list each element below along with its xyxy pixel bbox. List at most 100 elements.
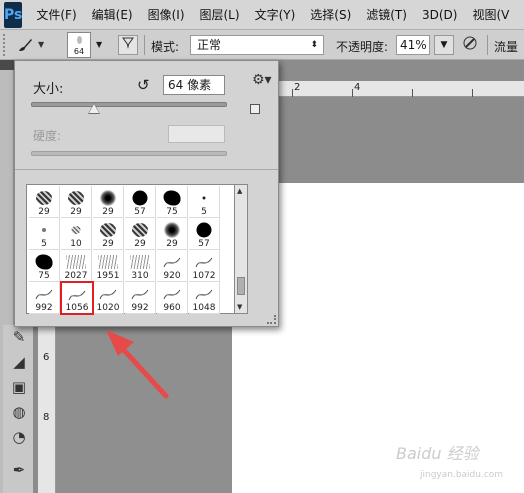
opacity-slider-dropdown-icon[interactable]: ▼ [434,35,454,55]
gear-icon[interactable]: ⚙▾ [252,72,272,88]
brush-preset-item[interactable]: 29 [61,186,92,218]
menu-file[interactable]: 文件(F) [36,6,76,23]
ruler-tick: 4 [354,82,361,93]
brush-size-label: 992 [131,303,149,313]
pressure-opacity-icon[interactable] [460,35,480,55]
brush-size-label: 29 [102,239,114,249]
brush-size-label: 920 [163,271,181,281]
hardness-input [168,125,225,143]
hardness-slider-track [31,151,227,156]
brush-preset-item[interactable]: 57 [125,186,156,218]
scroll-up-icon[interactable]: ▲ [237,187,242,195]
brush-preset-item[interactable]: 57 [189,218,220,250]
brush-preset-size: 64 [73,47,85,56]
brush-tip-icon [66,255,86,269]
brush-preset-item[interactable]: 920 [157,250,188,282]
vertical-ruler: 6 8 [38,325,56,493]
brush-tip-icon [132,223,148,237]
brush-preset-item[interactable]: 1056 [60,281,94,315]
brush-preset-item[interactable]: 1020 [93,282,124,314]
menu-view[interactable]: 视图(V [472,6,509,23]
brush-size-label: 29 [102,207,114,217]
opacity-input[interactable]: 41% [396,35,430,55]
brush-tip-icon [100,190,116,206]
menu-layer[interactable]: 图层(L) [200,6,240,23]
brush-size-label: 75 [166,207,178,217]
brush-tip-icon [194,255,214,269]
brush-preset-item[interactable]: 75 [29,250,60,282]
tool-preset-arrow-icon[interactable]: ▼ [38,40,44,49]
brush-preset-item[interactable]: 992 [29,282,60,314]
brush-preset-item[interactable]: 5 [29,218,60,250]
brush-size-label: 75 [38,271,50,281]
tools-panel: ✎ ◢ ▣ ◍ ◔ ✒ [3,325,33,493]
brush-tip-icon [202,196,206,200]
size-label: 大小: [33,82,64,97]
scroll-thumb[interactable] [237,277,245,295]
brush-preset-item[interactable]: 1072 [189,250,220,282]
brush-tip-icon [36,191,52,205]
brush-preset-item[interactable]: 29 [29,186,60,218]
scroll-down-icon[interactable]: ▼ [237,303,242,311]
brush-preset-item[interactable]: 960 [157,282,188,314]
dodge-icon[interactable]: ◔ [9,427,29,447]
brush-preset-item[interactable]: 29 [157,218,188,250]
blur-icon[interactable]: ◍ [9,402,29,422]
brush-size-label: 57 [198,239,210,249]
menu-select[interactable]: 选择(S) [310,6,351,23]
brush-preset-picker[interactable]: 64 [67,32,91,58]
updown-icon: ⬍ [310,40,318,50]
mode-label: 模式: [151,40,180,54]
history-brush-icon[interactable]: ✎ [9,327,29,347]
menu-type[interactable]: 文字(Y) [255,6,296,23]
reset-size-icon[interactable]: ↺ [137,76,150,94]
menu-image[interactable]: 图像(I) [148,6,185,23]
resize-grip-icon[interactable] [267,315,276,324]
brush-size-label: 1056 [65,303,89,313]
brush-preset-item[interactable]: 10 [61,218,92,250]
brush-size-label: 29 [70,207,82,217]
brush-preset-arrow-icon[interactable]: ▼ [96,40,102,49]
brush-preset-item[interactable]: 310 [125,250,156,282]
brush-preset-item[interactable]: 1048 [189,282,220,314]
brush-size-label: 5 [201,207,207,217]
tools-panel-header[interactable] [0,60,14,70]
blend-mode-select[interactable]: 正常 ⬍ [190,35,324,55]
brush-tip-icon [98,255,118,269]
size-slider-track[interactable] [31,102,227,107]
new-preset-icon[interactable] [250,104,260,114]
menu-edit[interactable]: 编辑(E) [92,6,133,23]
toggle-brush-panel-icon[interactable] [118,35,138,55]
menu-3d[interactable]: 3D(D) [422,8,457,22]
size-input[interactable]: 64 像素 [163,75,225,95]
brush-preset-item[interactable]: 992 [125,282,156,314]
horizontal-ruler: 2 4 [278,81,524,97]
brush-preset-item[interactable]: 29 [93,186,124,218]
brush-tip-preview [77,36,82,44]
brush-tool-icon[interactable] [15,35,35,55]
brush-list-scrollbar[interactable]: ▲ ▼ [235,184,248,314]
brush-tip-icon [35,254,53,270]
brush-tip-icon [34,287,54,301]
ruler-tick: 2 [294,82,301,93]
menu-filter[interactable]: 滤镜(T) [366,6,407,23]
ruler-tick: 6 [43,352,50,363]
brush-size-label: 2027 [64,271,88,281]
brush-preset-popup: 大小: ↺ 64 像素 ⚙▾ 硬度: 29 29 29 57 75 5 5 10 29 29 29 5… [14,60,279,327]
brush-preset-item[interactable]: 29 [125,218,156,250]
brush-preset-item[interactable]: 2027 [61,250,92,282]
gradient-icon[interactable]: ▣ [9,377,29,397]
eraser-icon[interactable]: ◢ [9,352,29,372]
brush-tip-icon [130,255,150,269]
brush-preset-item[interactable]: 29 [93,218,124,250]
brush-preset-item[interactable]: 5 [189,186,220,218]
watermark-url: jingyan.baidu.com [420,470,504,480]
brush-size-label: 1951 [96,271,120,281]
pen-icon[interactable]: ✒ [9,460,29,480]
brush-size-label: 29 [134,239,146,249]
brush-preset-item[interactable]: 1951 [93,250,124,282]
ruler-line [352,89,353,97]
options-grip[interactable] [3,33,9,56]
brush-preset-item[interactable]: 75 [157,186,188,218]
brush-preset-list: 29 29 29 57 75 5 5 10 29 29 29 57 75 2027 1951 310 920 10… [26,184,235,315]
